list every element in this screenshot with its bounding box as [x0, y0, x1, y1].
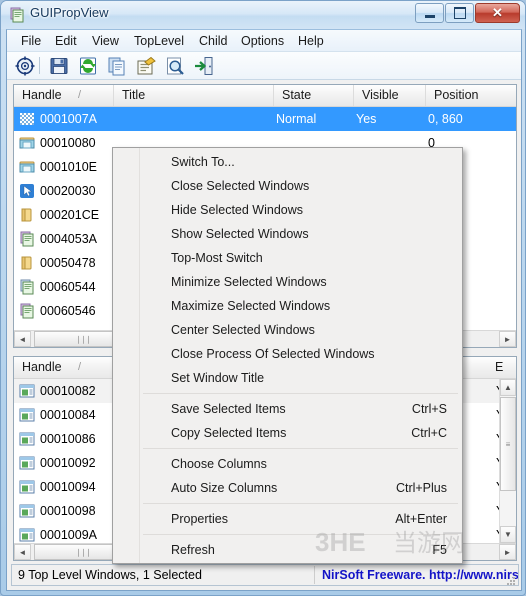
menu-item-choose-columns[interactable]: Choose Columns [114, 452, 461, 476]
properties-icon[interactable] [135, 55, 157, 77]
menu-item-show-selected-windows[interactable]: Show Selected Windows [114, 222, 461, 246]
menu-separator [143, 534, 458, 535]
minimize-icon [416, 4, 443, 22]
resize-grip-icon[interactable] [506, 573, 516, 585]
maximize-restore-button[interactable] [445, 3, 474, 23]
find-icon[interactable] [164, 55, 186, 77]
toplevel-list-header: Handle / Title State Visible Position [14, 85, 516, 107]
cell-handle: 0001007A [40, 112, 98, 126]
green-document-icon [19, 303, 35, 319]
column-header-visible[interactable]: Visible [354, 85, 426, 106]
menu-help[interactable]: Help [292, 32, 330, 50]
menu-edit[interactable]: Edit [49, 32, 83, 50]
menu-options[interactable]: Options [235, 32, 290, 50]
window-title: GUIPropView [30, 5, 109, 20]
child-window-icon [19, 383, 35, 399]
scroll-left-arrow-icon[interactable]: ◄ [14, 331, 31, 347]
menu-child[interactable]: Child [193, 32, 234, 50]
child-window-icon [19, 503, 35, 519]
child-window-icon [19, 479, 35, 495]
teal-window-icon [19, 135, 35, 151]
scroll-right-arrow-icon[interactable]: ► [499, 544, 516, 560]
menu-separator [143, 393, 458, 394]
status-divider [314, 566, 315, 584]
yellow-folder-icon [19, 255, 35, 271]
column-header-position[interactable]: Position [426, 85, 516, 106]
target-finder-icon[interactable] [14, 55, 36, 77]
menu-item-refresh[interactable]: Refresh F5 [114, 538, 461, 562]
cell-visible: Yes [356, 112, 377, 126]
child-window-icon [19, 527, 35, 543]
child-column-header-enabled[interactable]: E [492, 357, 516, 378]
menu-item-minimize-selected-windows[interactable]: Minimize Selected Windows [114, 270, 461, 294]
menu-bar: File Edit View TopLevel Child Options He… [7, 30, 521, 52]
menu-item-save-selected-items[interactable]: Save Selected Items Ctrl+S [114, 397, 461, 421]
menu-separator [143, 448, 458, 449]
application-window: GUIPropView ✕ File Edit View TopLevel Ch… [0, 0, 526, 596]
child-window-icon [19, 407, 35, 423]
copy-icon[interactable] [106, 55, 128, 77]
context-menu[interactable]: Switch To... Close Selected Windows Hide… [112, 147, 463, 564]
close-button[interactable]: ✕ [475, 3, 520, 23]
menu-item-close-process-of-selected-windows[interactable]: Close Process Of Selected Windows [114, 342, 461, 366]
menu-file[interactable]: File [15, 32, 47, 50]
table-row[interactable]: 0001007A Normal Yes 0, 860 [14, 107, 516, 131]
child-vertical-scrollbar[interactable]: ▲ ≡ ▼ [499, 379, 516, 543]
child-window-icon [19, 431, 35, 447]
menu-item-hide-selected-windows[interactable]: Hide Selected Windows [114, 198, 461, 222]
yellow-folder-icon [19, 207, 35, 223]
menu-item-top-most-switch[interactable]: Top-Most Switch [114, 246, 461, 270]
cell-title [134, 107, 274, 131]
menu-item-properties[interactable]: Properties Alt+Enter [114, 507, 461, 531]
status-text-left: 9 Top Level Windows, 1 Selected [18, 568, 202, 582]
menu-item-copy-selected-items[interactable]: Copy Selected Items Ctrl+C [114, 421, 461, 445]
status-text-nirsoft-link[interactable]: NirSoft Freeware. http://www.nirsof [322, 565, 518, 585]
title-bar: GUIPropView ✕ [1, 1, 525, 29]
scrollbar-thumb[interactable]: ≡ [500, 397, 516, 491]
child-window-icon [19, 455, 35, 471]
exit-icon[interactable] [193, 55, 215, 77]
menu-item-maximize-selected-windows[interactable]: Maximize Selected Windows [114, 294, 461, 318]
app-window-icon [9, 7, 25, 23]
scroll-right-arrow-icon[interactable]: ► [499, 331, 516, 347]
scroll-left-arrow-icon[interactable]: ◄ [14, 544, 31, 560]
column-header-state[interactable]: State [274, 85, 354, 106]
menu-separator [143, 503, 458, 504]
status-bar: 9 Top Level Windows, 1 Selected NirSoft … [11, 564, 519, 586]
green-document-icon [19, 279, 35, 295]
scroll-down-arrow-icon[interactable]: ▼ [500, 526, 516, 543]
child-column-header-handle[interactable]: Handle / [14, 357, 114, 378]
cursor-arrow-icon [19, 183, 35, 199]
toolbar [7, 52, 521, 80]
close-icon: ✕ [492, 5, 503, 20]
column-header-handle[interactable]: Handle / [14, 85, 114, 106]
green-document-icon [19, 231, 35, 247]
menu-item-center-selected-windows[interactable]: Center Selected Windows [114, 318, 461, 342]
refresh-icon[interactable] [77, 55, 99, 77]
minimize-button[interactable] [415, 3, 444, 23]
menu-view[interactable]: View [86, 32, 125, 50]
restore-icon [446, 4, 473, 22]
sort-indicator-icon: / [78, 361, 82, 373]
cell-state: Normal [276, 112, 317, 126]
checkered-window-icon [19, 111, 35, 127]
column-header-title[interactable]: Title [114, 85, 274, 106]
menu-item-switch-to[interactable]: Switch To... [114, 150, 461, 174]
menu-toplevel[interactable]: TopLevel [128, 32, 190, 50]
save-icon[interactable] [48, 55, 70, 77]
teal-window-icon [19, 159, 35, 175]
toolbar-separator [39, 57, 40, 74]
sort-indicator-icon: / [78, 89, 82, 101]
menu-item-close-selected-windows[interactable]: Close Selected Windows [114, 174, 461, 198]
menu-item-set-window-title[interactable]: Set Window Title [114, 366, 461, 390]
scroll-up-arrow-icon[interactable]: ▲ [500, 379, 516, 396]
menu-item-auto-size-columns[interactable]: Auto Size Columns Ctrl+Plus [114, 476, 461, 500]
client-area: File Edit View TopLevel Child Options He… [6, 29, 522, 591]
cell-position: 0, 860 [428, 112, 463, 126]
